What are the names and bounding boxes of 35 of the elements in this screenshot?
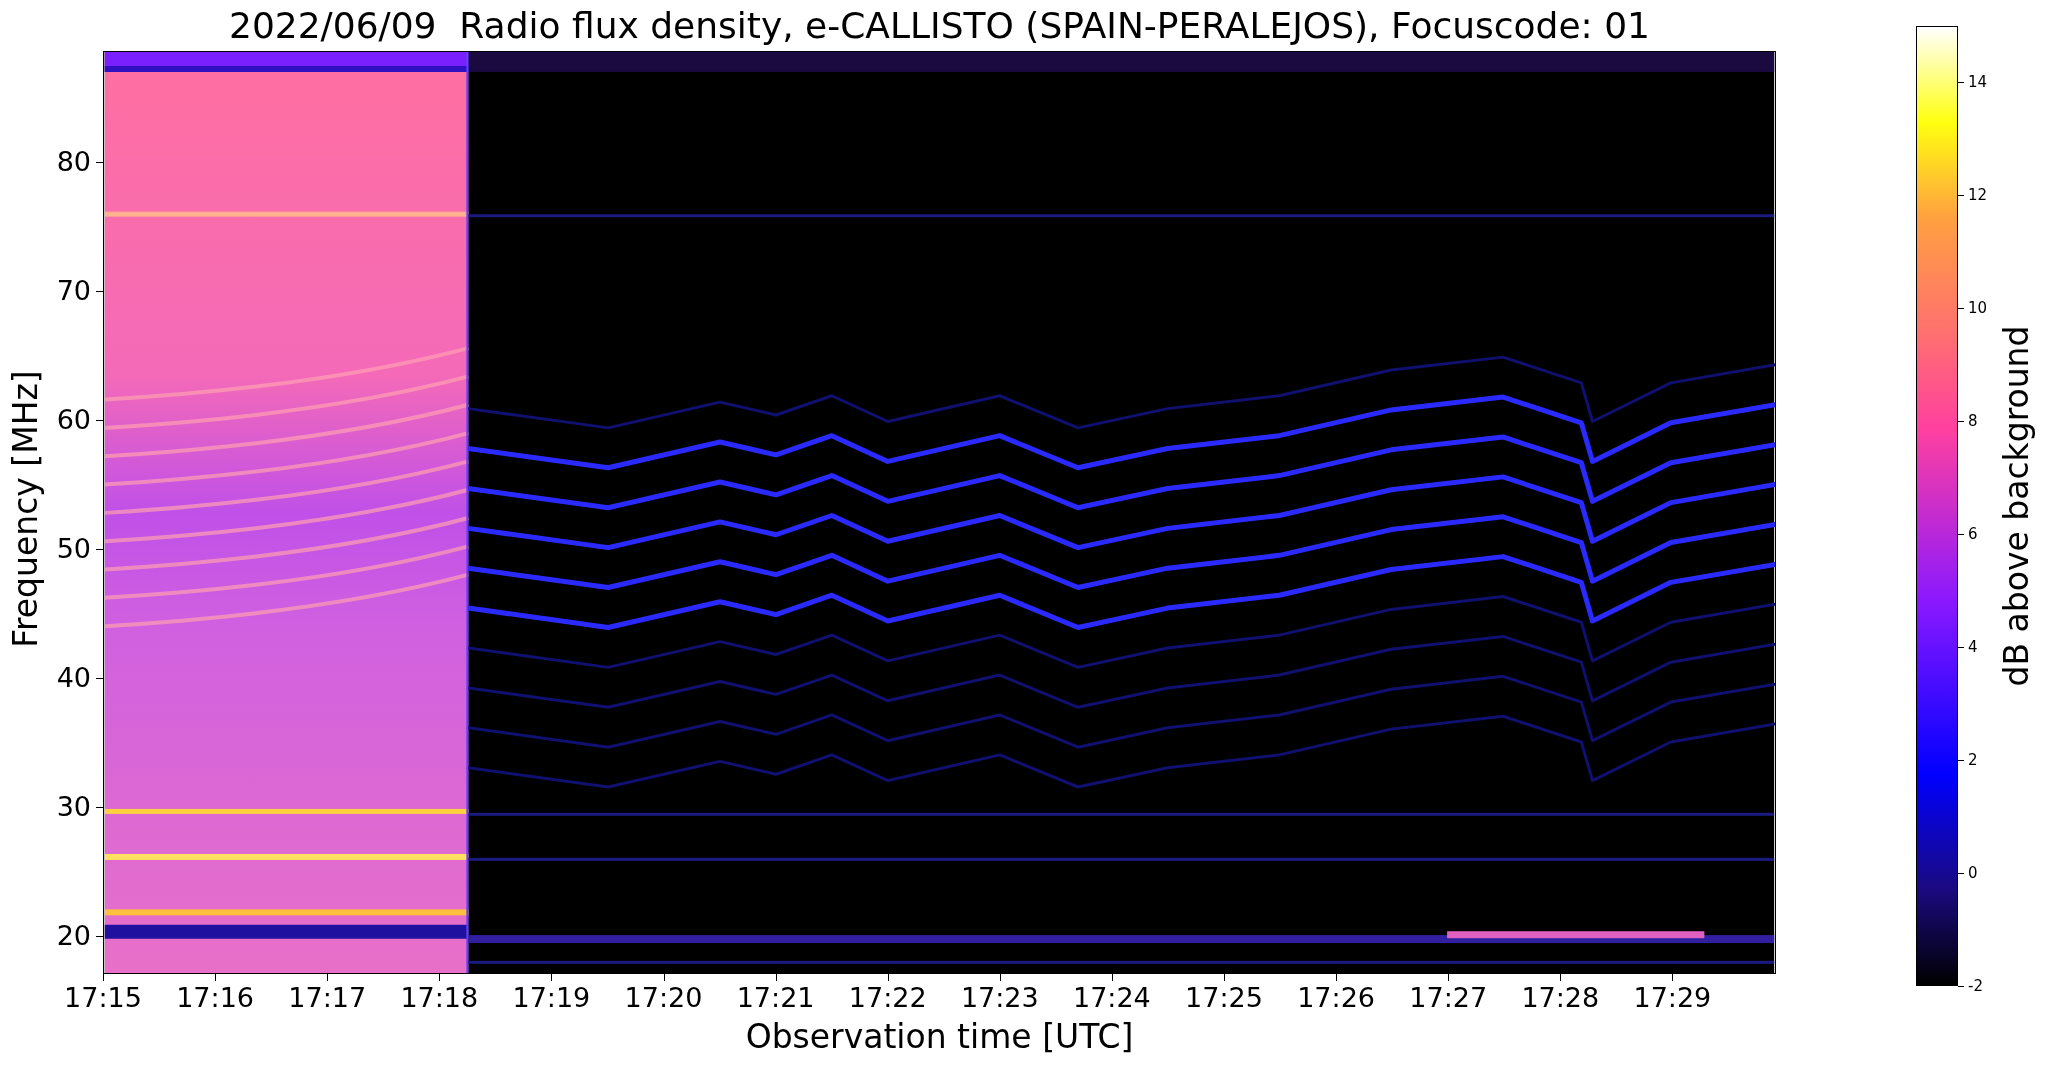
tick-label: 17:15 — [63, 983, 143, 1013]
colorbar-label: dB above background — [1998, 324, 2036, 689]
tick-label: 17:27 — [1408, 983, 1489, 1013]
tick-label: 8 — [1968, 412, 1978, 430]
chart-title: 2022/06/09 Radio flux density, e-CALLISTO (SPAIN-PERALEJOS), Focuscode: 01 — [228, 4, 1651, 48]
tick-label: 17:21 — [735, 983, 816, 1013]
tick-label: 30 — [55, 792, 91, 822]
tick-label: -2 — [1968, 977, 1983, 995]
tick-label: 12 — [1968, 186, 1988, 204]
tick-label: 80 — [55, 147, 91, 177]
tick-label: 40 — [55, 663, 91, 693]
tick-label: 17:23 — [959, 983, 1040, 1013]
axis-label: Observation time [UTC] — [744, 1018, 1135, 1056]
tick-label: 10 — [1968, 299, 1988, 317]
tick-label: 17:28 — [1520, 983, 1601, 1013]
tick-label: 0 — [1968, 864, 1978, 882]
tick-label: 17:17 — [287, 983, 368, 1013]
tick-label: 20 — [55, 921, 91, 951]
tick-label: 17:24 — [1072, 983, 1152, 1013]
tick-label: 2 — [1968, 751, 1978, 769]
tick-label: 17:19 — [511, 983, 592, 1013]
tick-label: 17:22 — [847, 983, 928, 1013]
tick-label: 17:18 — [399, 983, 480, 1013]
tick-label: 14 — [1968, 73, 1988, 91]
tick-label: 17:16 — [175, 983, 255, 1013]
axis-label: Frequency [MHz] — [7, 369, 45, 649]
tick-label: 60 — [55, 405, 91, 435]
tick-label: 50 — [55, 534, 91, 564]
tick-label: 17:25 — [1184, 983, 1264, 1013]
tick-label: 17:20 — [623, 983, 704, 1013]
tick-label: 17:29 — [1632, 983, 1713, 1013]
tick-label: 4 — [1968, 638, 1978, 656]
tick-label: 6 — [1968, 525, 1978, 543]
tick-label: 17:26 — [1296, 983, 1376, 1013]
tick-label: 70 — [55, 276, 91, 306]
